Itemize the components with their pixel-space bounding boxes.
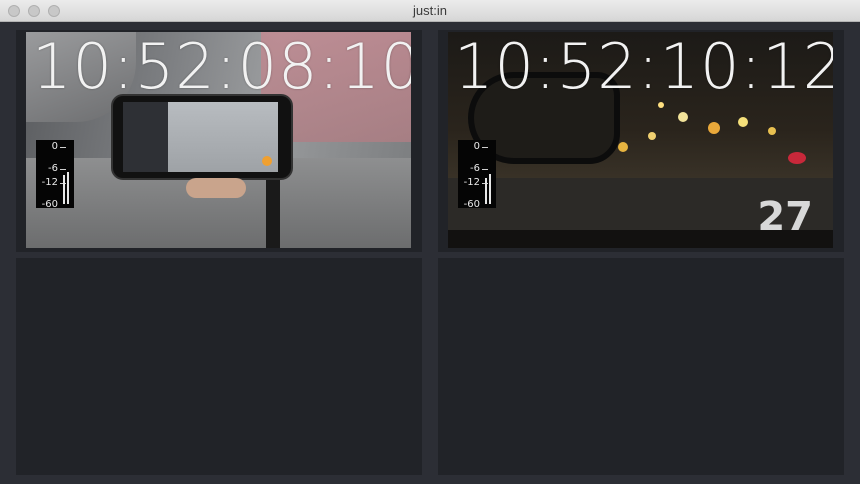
screen-shade: [123, 102, 168, 172]
meter-tick: [60, 169, 66, 170]
meter-tick: [482, 169, 488, 170]
light-bokeh: [788, 152, 806, 164]
meter-tick: [482, 147, 488, 148]
video-feed-1[interactable]: 10:52:08:10 0 -6 -12 -60: [26, 32, 411, 248]
phone-on-gimbal: [111, 94, 293, 180]
video-cell-3-empty[interactable]: [16, 258, 422, 475]
audio-level-bar-left: [485, 178, 487, 204]
timecode-display: 10:52:10:12: [454, 32, 833, 103]
meter-label-0: 0: [51, 141, 58, 152]
meter-label-6: -6: [470, 163, 480, 174]
meter-label-0: 0: [473, 141, 480, 152]
audio-meter: 0 -6 -12 -60: [458, 140, 496, 210]
meter-label-60: -60: [463, 199, 480, 210]
audio-level-bar-left: [63, 175, 65, 204]
audio-level-bar-right: [67, 172, 69, 204]
car-dashboard: [448, 230, 833, 248]
app-window: just:in 10:52:08:10 0 -6 -12 -60 27 10:5…: [0, 0, 860, 484]
light-bokeh: [708, 122, 720, 134]
meter-label-12: -12: [463, 177, 480, 188]
window-title: just:in: [413, 3, 447, 18]
audio-level-bar-right: [489, 174, 491, 204]
light-bokeh: [648, 132, 656, 140]
hand: [186, 178, 246, 198]
meter-tick: [60, 147, 66, 148]
phone-screen: [123, 102, 278, 172]
record-button-icon: [262, 156, 272, 166]
video-cell-1[interactable]: 10:52:08:10 0 -6 -12 -60: [16, 30, 422, 252]
light-bokeh: [678, 112, 688, 122]
meter-label-6: -6: [48, 163, 58, 174]
light-bokeh: [738, 117, 748, 127]
light-bokeh: [618, 142, 628, 152]
video-feed-2[interactable]: 27 10:52:10:12 0 -6 -12 -60: [448, 32, 833, 248]
timecode-display: 10:52:08:10: [32, 32, 411, 103]
video-cell-4-empty[interactable]: [438, 258, 844, 475]
meter-label-12: -12: [41, 177, 58, 188]
light-bokeh: [768, 127, 776, 135]
video-cell-2[interactable]: 27 10:52:10:12 0 -6 -12 -60: [438, 30, 844, 252]
audio-meter: 0 -6 -12 -60: [36, 140, 74, 210]
title-bar[interactable]: just:in: [0, 0, 860, 22]
meter-label-60: -60: [41, 199, 58, 210]
